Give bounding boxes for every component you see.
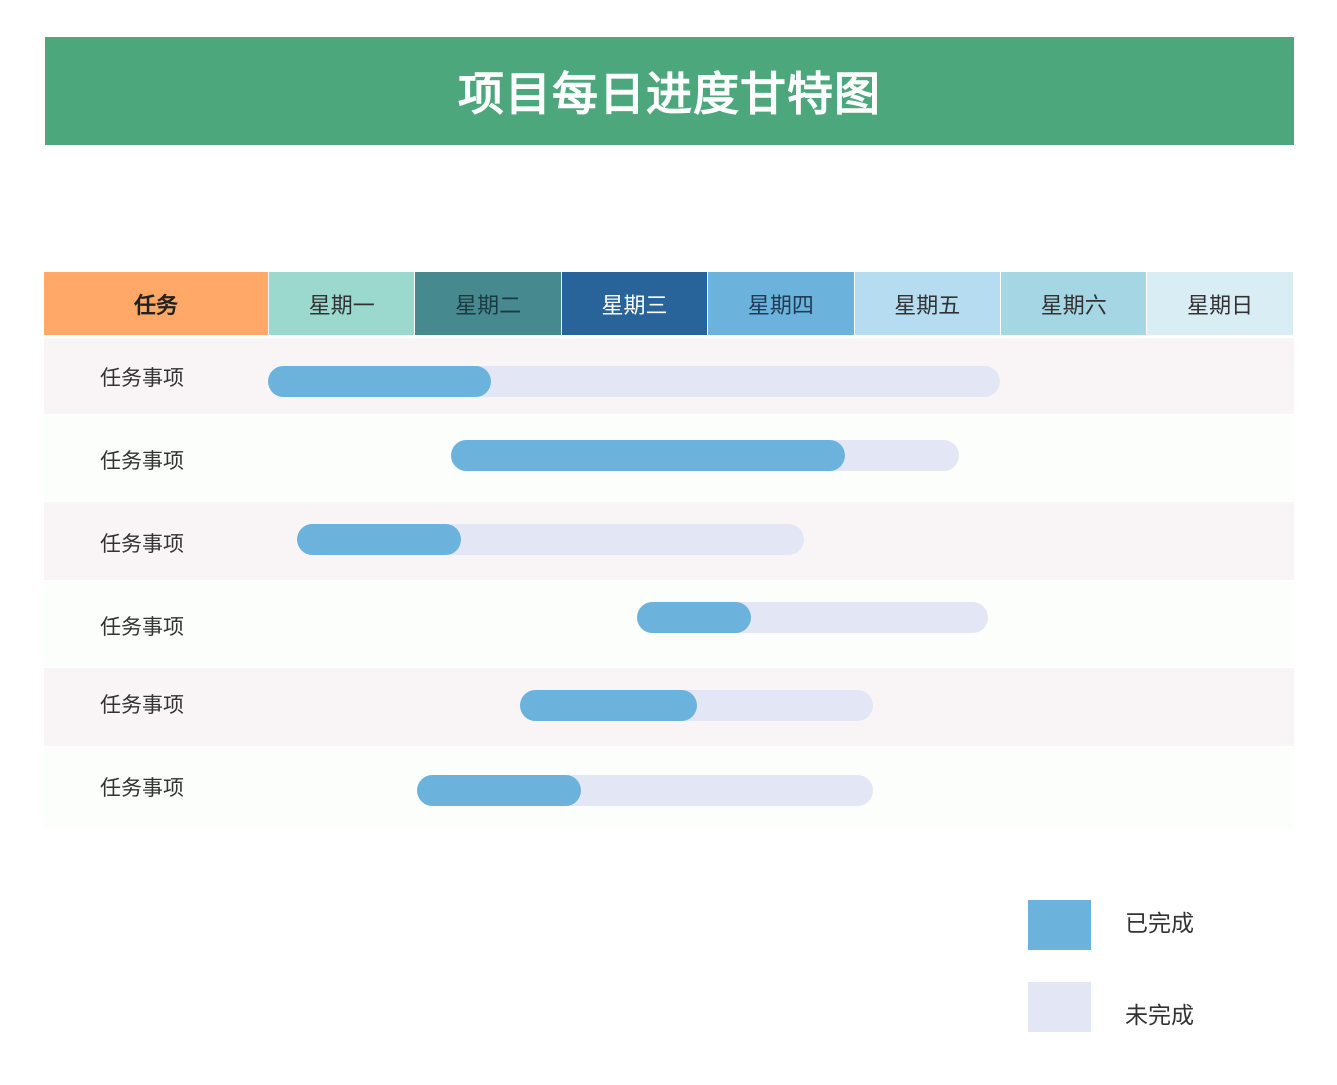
day-header-sun: 星期日 — [1147, 272, 1294, 335]
day-header-sat: 星期六 — [1001, 272, 1148, 335]
task-bar-completed — [451, 440, 845, 471]
task-label: 任务事项 — [100, 366, 184, 390]
gantt-header: 任务 星期一 星期二 星期三 星期四 星期五 星期六 星期日 — [44, 272, 1294, 335]
day-header-fri: 星期五 — [854, 272, 1001, 335]
legend-swatch-completed — [1028, 900, 1091, 950]
task-label: 任务事项 — [100, 615, 184, 639]
task-header: 任务 — [44, 272, 269, 335]
title-bar: 项目每日进度甘特图 — [45, 37, 1294, 145]
task-bar-completed — [636, 602, 752, 633]
task-bar-completed — [519, 690, 697, 721]
day-header-thu: 星期四 — [708, 272, 855, 335]
task-bar-completed — [297, 524, 462, 555]
task-label: 任务事项 — [100, 532, 184, 556]
task-label: 任务事项 — [100, 449, 184, 473]
task-label: 任务事项 — [100, 693, 184, 717]
task-bar-completed — [268, 366, 491, 397]
legend-swatch-remaining — [1028, 982, 1091, 1032]
day-header-mon: 星期一 — [269, 272, 416, 335]
day-header-tue: 星期二 — [415, 272, 562, 335]
legend-label-remaining: 未完成 — [1125, 1003, 1194, 1029]
day-header-wed: 星期三 — [561, 272, 709, 335]
task-label: 任务事项 — [100, 776, 184, 800]
task-bar-completed — [417, 775, 582, 806]
chart-title: 项目每日进度甘特图 — [458, 67, 881, 121]
legend-label-completed: 已完成 — [1125, 911, 1194, 937]
